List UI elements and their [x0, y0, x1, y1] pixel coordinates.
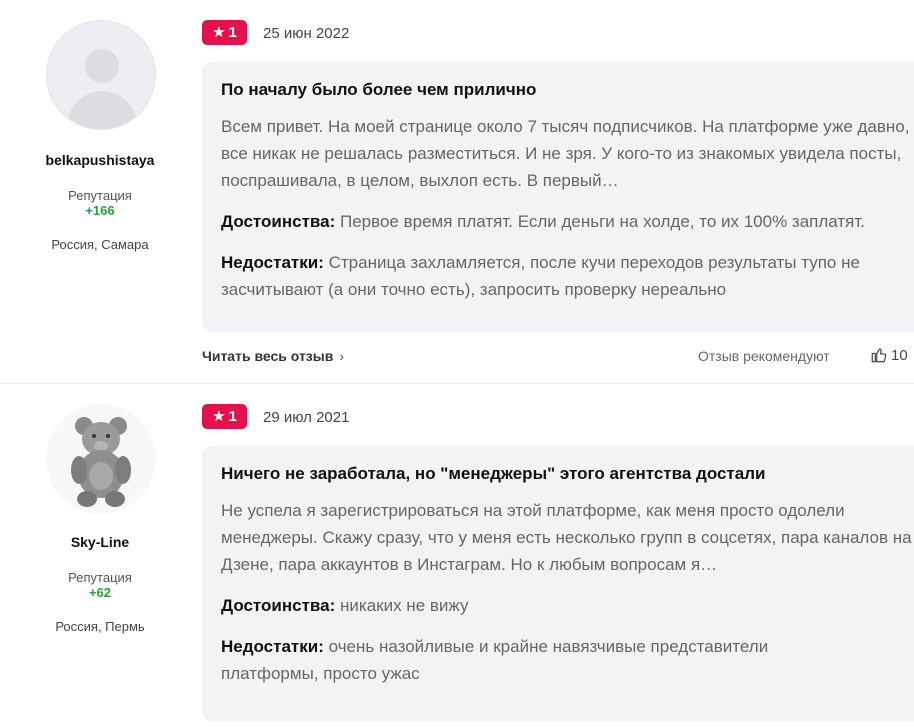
chevron-right-icon: › [339, 348, 344, 364]
review-cons: Недостатки: очень назойливые и крайне на… [221, 633, 841, 687]
review-date: 25 июн 2022 [263, 25, 350, 42]
review-text: Не успела я зарегистрироваться на этой п… [221, 501, 912, 574]
like-button[interactable]: 10 [870, 346, 908, 364]
pros-text: никаких не вижу [340, 596, 469, 615]
cons-label: Недостатки: [221, 637, 324, 656]
pros-text: Первое время платят. Если деньги на холд… [340, 212, 865, 231]
cons-label: Недостатки: [221, 253, 324, 272]
review-cons: Недостатки: Страница захламляется, после… [221, 249, 914, 303]
reputation-value: +166 [85, 203, 115, 218]
review-content[interactable]: По началу было более чем прилично Всем п… [202, 62, 914, 332]
pros-label: Достоинства: [221, 212, 336, 231]
review-title[interactable]: Ничего не заработала, но "менеджеры" это… [221, 464, 914, 484]
review-date: 29 июл 2021 [263, 409, 350, 426]
rating-value: 1 [228, 408, 237, 425]
read-full-review-link[interactable]: Читать весь отзыв › [202, 348, 344, 364]
review-card: Sky-Line Репутация +62 Россия, Пермь ★ 1… [0, 384, 914, 728]
pros-label: Достоинства: [221, 596, 336, 615]
avatar[interactable] [46, 20, 156, 130]
teddy-bear-avatar-icon [46, 404, 156, 514]
star-icon: ★ [212, 408, 226, 425]
thumbs-up-icon [871, 348, 887, 363]
review-text: Всем привет. На моей странице около 7 ты… [221, 117, 914, 190]
review-pros: Достоинства: никаких не вижу [221, 592, 914, 619]
recommend-label: Отзыв рекомендуют [698, 348, 830, 364]
review-card: belkapushistaya Репутация +166 Россия, С… [0, 0, 914, 383]
author-name[interactable]: belkapushistaya [0, 152, 200, 168]
author-location: Россия, Пермь [55, 619, 145, 634]
rating-badge: ★ 1 [202, 20, 247, 45]
review-content[interactable]: Ничего не заработала, но "менеджеры" это… [202, 446, 914, 721]
default-user-icon [65, 49, 139, 129]
reputation-label: Репутация [68, 188, 132, 203]
like-count: 10 [891, 346, 908, 364]
avatar[interactable] [46, 404, 156, 514]
reputation-label: Репутация [68, 570, 132, 585]
rating-badge: ★ 1 [202, 404, 247, 429]
author-name[interactable]: Sky-Line [0, 534, 200, 550]
reputation-value: +62 [88, 585, 112, 600]
review-footer: Читать весь отзыв › Отзыв рекомендуют 10 [202, 344, 914, 368]
review-pros: Достоинства: Первое время платят. Если д… [221, 208, 914, 235]
author-location: Россия, Самара [51, 237, 149, 252]
review-title[interactable]: По началу было более чем прилично [221, 80, 914, 100]
rating-value: 1 [228, 24, 237, 41]
star-icon: ★ [212, 24, 226, 41]
read-more-label: Читать весь отзыв [202, 348, 334, 364]
